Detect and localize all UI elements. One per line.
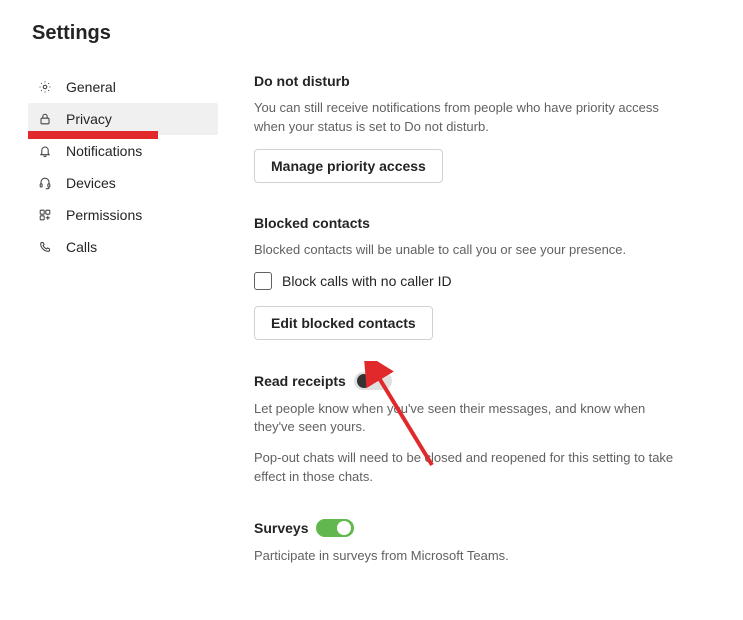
sidebar-item-label: Devices xyxy=(66,175,116,191)
sidebar-item-label: Notifications xyxy=(66,143,142,159)
sidebar-item-label: General xyxy=(66,79,116,95)
dnd-title: Do not disturb xyxy=(254,73,684,89)
manage-priority-access-button[interactable]: Manage priority access xyxy=(254,149,443,183)
block-no-caller-id-checkbox[interactable] xyxy=(254,272,272,290)
apps-icon xyxy=(36,206,54,224)
surveys-toggle[interactable] xyxy=(316,519,354,537)
annotation-underline xyxy=(28,131,158,139)
surveys-title: Surveys xyxy=(254,520,308,536)
sidebar-item-notifications[interactable]: Notifications xyxy=(28,135,218,167)
gear-icon xyxy=(36,78,54,96)
read-receipts-description-1: Let people know when you've seen their m… xyxy=(254,400,684,438)
sidebar-item-label: Privacy xyxy=(66,111,112,127)
lock-icon xyxy=(36,110,54,128)
block-no-caller-id-row: Block calls with no caller ID xyxy=(254,272,684,290)
sidebar-item-general[interactable]: General xyxy=(28,71,218,103)
read-receipts-title: Read receipts xyxy=(254,373,346,389)
read-receipts-description-2: Pop-out chats will need to be closed and… xyxy=(254,449,684,487)
phone-icon xyxy=(36,238,54,256)
sidebar-item-calls[interactable]: Calls xyxy=(28,231,218,263)
sidebar-item-permissions[interactable]: Permissions xyxy=(28,199,218,231)
headset-icon xyxy=(36,174,54,192)
read-receipts-toggle[interactable] xyxy=(354,372,392,390)
blocked-description: Blocked contacts will be unable to call … xyxy=(254,241,684,260)
settings-sidebar: General Privacy xyxy=(28,71,218,598)
sidebar-item-label: Calls xyxy=(66,239,97,255)
section-blocked-contacts: Blocked contacts Blocked contacts will b… xyxy=(254,215,684,340)
blocked-title: Blocked contacts xyxy=(254,215,684,231)
section-do-not-disturb: Do not disturb You can still receive not… xyxy=(254,73,684,183)
section-read-receipts: Read receipts Let people know when you'v… xyxy=(254,372,684,487)
surveys-description: Participate in surveys from Microsoft Te… xyxy=(254,547,684,566)
bell-icon xyxy=(36,142,54,160)
dnd-description: You can still receive notifications from… xyxy=(254,99,684,137)
sidebar-item-devices[interactable]: Devices xyxy=(28,167,218,199)
block-no-caller-id-label: Block calls with no caller ID xyxy=(282,273,452,289)
page-title: Settings xyxy=(28,22,715,45)
section-surveys: Surveys Participate in surveys from Micr… xyxy=(254,519,684,566)
edit-blocked-contacts-button[interactable]: Edit blocked contacts xyxy=(254,306,433,340)
settings-content: Do not disturb You can still receive not… xyxy=(254,71,684,598)
sidebar-item-label: Permissions xyxy=(66,207,142,223)
